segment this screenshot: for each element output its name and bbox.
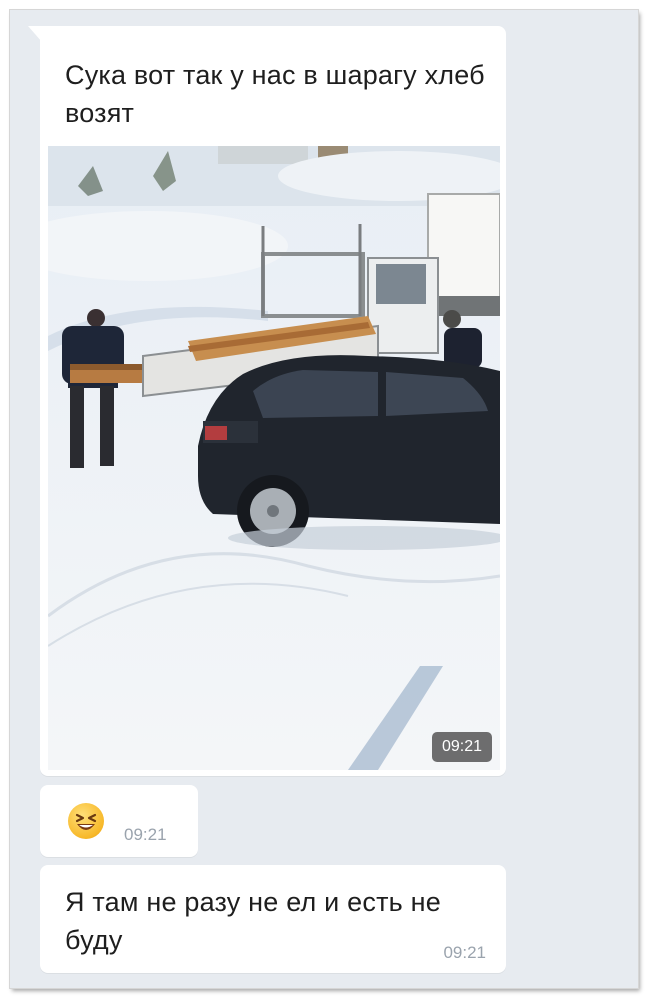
photo-snowy-yard-with-truck-and-car: [48, 146, 500, 770]
laughing-face-emoji-icon: [68, 803, 104, 839]
message-text: Я там не разу не ел и есть не буду: [65, 887, 441, 955]
message-bubble-emoji[interactable]: 09:21: [40, 785, 198, 857]
bubble-tail: [28, 26, 42, 42]
message-text: Сука вот так у нас в шарагу хлеб возят: [65, 60, 485, 128]
chat-screenshot-frame: Сука вот так у нас в шарагу хлеб возят 0…: [10, 10, 638, 988]
photo-time-badge: 09:21: [431, 732, 492, 762]
message-time: 09:21: [124, 825, 167, 844]
message-bubble-text[interactable]: Я там не разу не ел и есть не буду 09:21: [40, 865, 506, 973]
attached-photo[interactable]: 09:21: [48, 146, 500, 770]
message-bubble-photo[interactable]: Сука вот так у нас в шарагу хлеб возят 0…: [28, 26, 506, 776]
message-time: 09:21: [443, 943, 486, 962]
